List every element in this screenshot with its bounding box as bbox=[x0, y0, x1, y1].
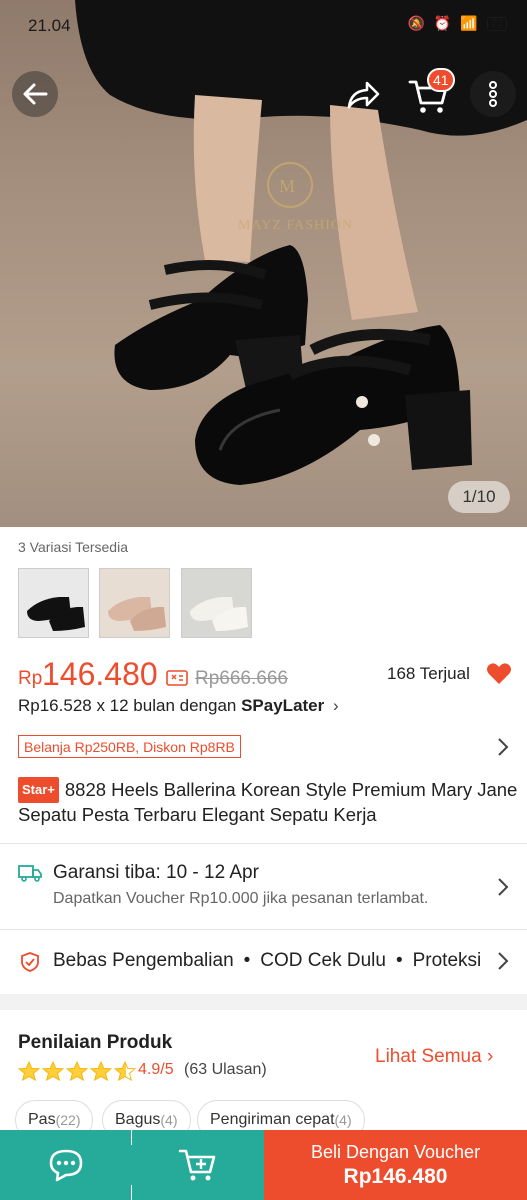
star-half-icon bbox=[114, 1061, 136, 1081]
coin-discount-icon bbox=[166, 670, 188, 686]
see-all-label: Lihat Semua bbox=[375, 1046, 482, 1067]
rating-count: (63 Ulasan) bbox=[184, 1061, 267, 1078]
chip-label: Bagus bbox=[115, 1111, 161, 1128]
image-counter: 1/10 bbox=[448, 481, 510, 513]
sold-count: 168 Terjual bbox=[387, 664, 470, 683]
variants-label: 3 Variasi Tersedia bbox=[18, 539, 128, 555]
star-full-icon bbox=[90, 1061, 112, 1081]
heart-icon[interactable] bbox=[486, 662, 512, 686]
svg-text:M: M bbox=[279, 176, 295, 196]
product-title-text: 8828 Heels Ballerina Korean Style Premiu… bbox=[18, 779, 518, 825]
shipping-guarantee-subtitle: Dapatkan Voucher Rp10.000 jika pesanan t… bbox=[53, 890, 429, 907]
price-original: Rp666.666 bbox=[195, 668, 288, 689]
chevron-right-icon: › bbox=[333, 696, 339, 715]
chat-icon bbox=[49, 1149, 82, 1182]
feature-protection: Proteksi bbox=[412, 950, 482, 971]
buy-label: Beli Dengan Voucher bbox=[310, 1141, 481, 1162]
feature-separator: • bbox=[243, 950, 251, 971]
chip-count: (4) bbox=[160, 1112, 178, 1128]
watermark: MAYZ FASHION bbox=[238, 218, 354, 233]
chip-label: Pengiriman cepat bbox=[210, 1111, 335, 1128]
rating-score: 4.9/5 bbox=[138, 1061, 174, 1078]
price-row: Rp 146.480 Rp666.666 168 Terjual bbox=[18, 656, 513, 696]
installment-brand: SPayLater bbox=[241, 696, 325, 715]
share-icon bbox=[347, 81, 380, 109]
shield-check-icon bbox=[21, 952, 39, 972]
buy-price: Rp146.480 bbox=[343, 1164, 448, 1188]
add-to-cart-button[interactable] bbox=[132, 1130, 264, 1200]
chip-count: (22) bbox=[55, 1112, 81, 1128]
status-icons: 🔕 ⏰ 📶 77 bbox=[407, 15, 507, 32]
price-currency: Rp bbox=[18, 668, 43, 689]
chevron-right-icon: › bbox=[486, 1046, 494, 1067]
divider bbox=[0, 843, 527, 844]
star-full-icon bbox=[66, 1061, 88, 1081]
truck-icon bbox=[18, 865, 42, 882]
rating-stars bbox=[18, 1061, 136, 1081]
add-cart-icon bbox=[178, 1149, 216, 1181]
variant-image bbox=[108, 597, 166, 631]
product-image[interactable]: M 21.04 🔕 ⏰ 📶 77 41 MAYZ FASHION 1/10 bbox=[0, 0, 527, 527]
chip-count: (4) bbox=[334, 1112, 352, 1128]
battery-icon: 77 bbox=[486, 16, 507, 31]
variant-thumb-white[interactable] bbox=[181, 568, 252, 638]
arrow-left-icon bbox=[23, 83, 48, 105]
chat-button[interactable] bbox=[0, 1130, 131, 1200]
share-button[interactable] bbox=[340, 72, 386, 118]
price-current: 146.480 bbox=[42, 656, 158, 692]
shipping-guarantee-title: Garansi tiba: 10 - 12 Apr bbox=[53, 862, 259, 883]
alarm-icon: ⏰ bbox=[433, 15, 452, 31]
chip-label: Pas bbox=[28, 1111, 56, 1128]
variant-thumb-beige[interactable] bbox=[99, 568, 170, 638]
chevron-right-icon[interactable] bbox=[495, 950, 511, 972]
section-gap bbox=[0, 994, 527, 1010]
see-all-link[interactable]: Lihat Semua › bbox=[375, 1046, 493, 1068]
installment-row[interactable]: Rp16.528 x 12 bulan dengan SPayLater › bbox=[18, 696, 339, 716]
more-options-button[interactable] bbox=[470, 71, 516, 117]
promo-tag[interactable]: Belanja Rp250RB, Diskon Rp8RB bbox=[18, 735, 241, 758]
bottom-action-bar: Beli Dengan Voucher Rp146.480 bbox=[0, 1130, 527, 1200]
star-plus-badge: Star+ bbox=[18, 777, 59, 803]
status-bar: 21.04 🔕 ⏰ 📶 77 bbox=[0, 0, 527, 52]
feature-return: Bebas Pengembalian bbox=[53, 950, 234, 971]
mute-icon: 🔕 bbox=[407, 15, 425, 31]
chevron-right-icon[interactable] bbox=[495, 736, 511, 758]
wifi-icon: 📶 bbox=[460, 15, 478, 31]
rating-title: Penilaian Produk bbox=[18, 1032, 173, 1053]
variant-image bbox=[190, 597, 248, 631]
cart-count-badge: 41 bbox=[427, 68, 455, 92]
feature-separator: • bbox=[395, 950, 403, 971]
product-title: Star+ 8828 Heels Ballerina Korean Style P… bbox=[18, 777, 518, 827]
chevron-right-icon[interactable] bbox=[495, 876, 511, 898]
feature-list[interactable]: Bebas Pengembalian • COD Cek Dulu • Proteksi bbox=[53, 950, 489, 972]
variant-image bbox=[27, 597, 85, 631]
feature-cod: COD Cek Dulu bbox=[260, 950, 386, 971]
variant-thumb-black[interactable] bbox=[18, 568, 89, 638]
star-full-icon bbox=[42, 1061, 64, 1081]
buy-with-voucher-button[interactable]: Beli Dengan Voucher Rp146.480 bbox=[264, 1130, 527, 1200]
more-vertical-icon bbox=[489, 81, 497, 107]
star-full-icon bbox=[18, 1061, 40, 1081]
status-time: 21.04 bbox=[28, 16, 71, 35]
divider bbox=[0, 929, 527, 930]
back-button[interactable] bbox=[12, 71, 58, 117]
installment-text: Rp16.528 x 12 bulan dengan bbox=[18, 696, 237, 715]
